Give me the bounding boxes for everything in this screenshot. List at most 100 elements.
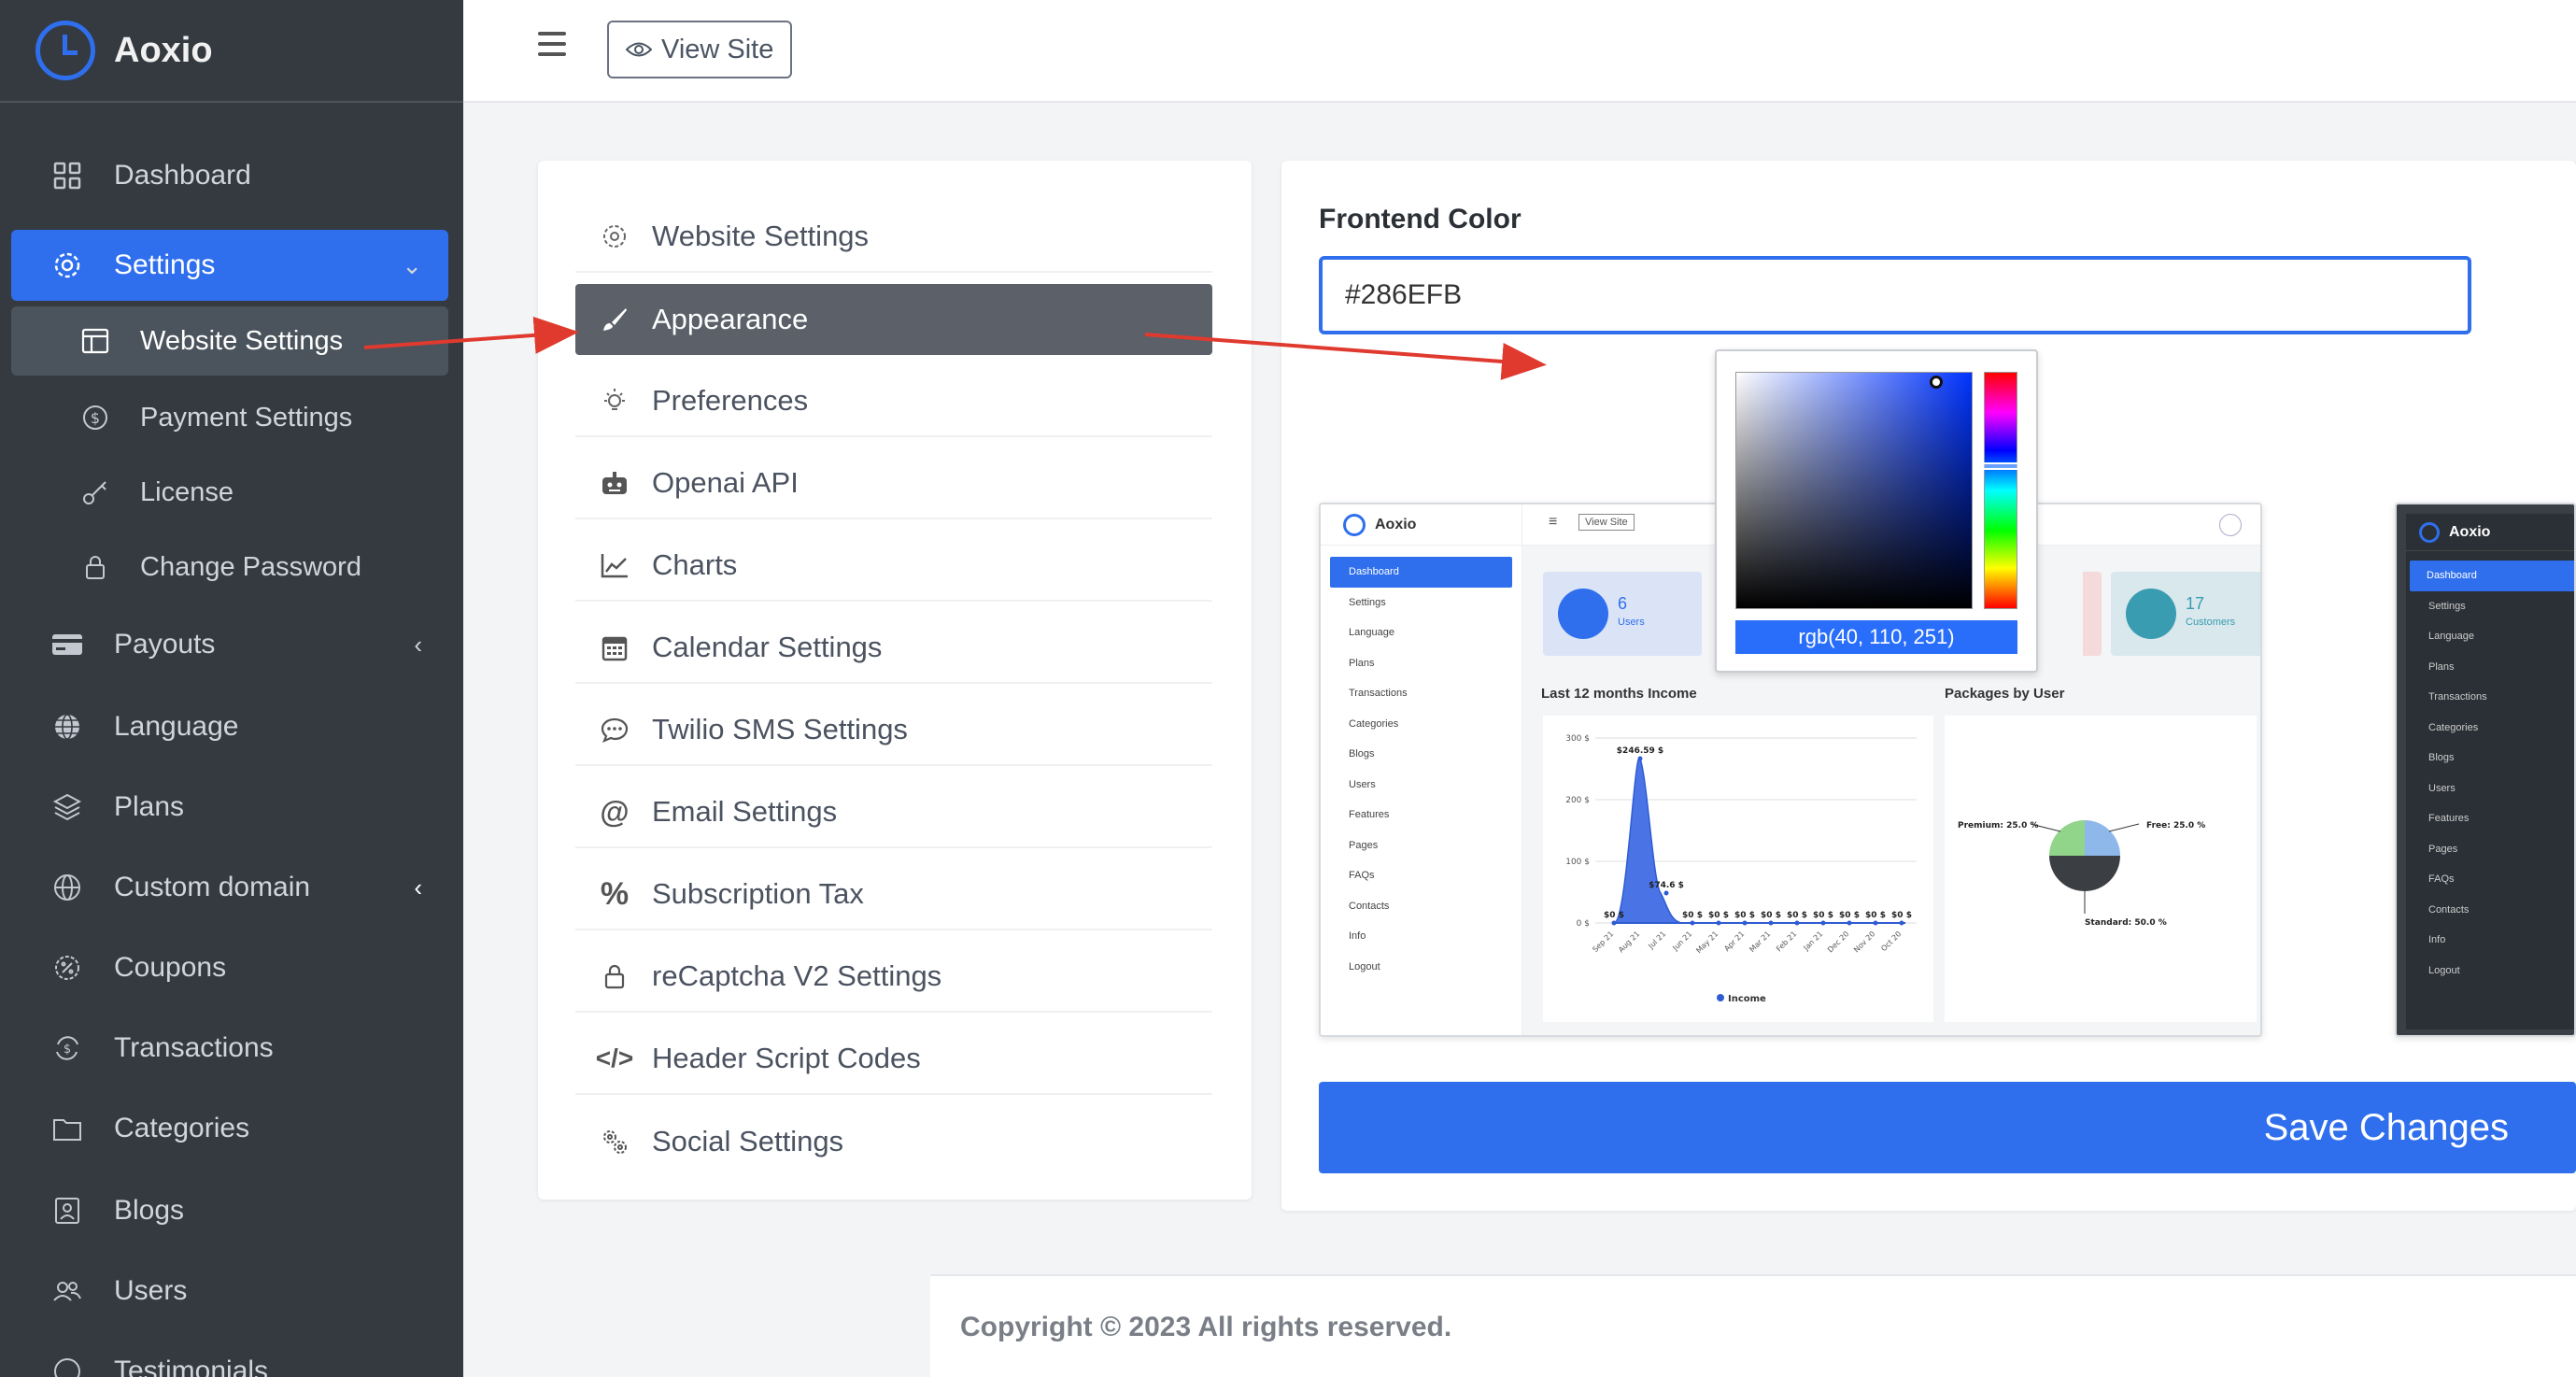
user-avatar-icon [2219, 514, 2242, 536]
sidebar-item-coupons[interactable]: Coupons [11, 932, 448, 1003]
sidebar-item-categories[interactable]: Categories [11, 1093, 448, 1164]
menu-item-openai-api[interactable]: Openai API [575, 448, 1212, 519]
sidebar-item-payouts[interactable]: Payouts ‹ [11, 609, 448, 680]
sidebar-item-custom-domain[interactable]: Custom domain ‹ [11, 852, 448, 923]
frontend-color-label: Frontend Color [1319, 204, 1522, 234]
lock-icon [77, 548, 114, 586]
income-label: $0 $ [1839, 911, 1860, 920]
x-tick: Dec 20 [1826, 930, 1850, 954]
menu-item-label: Charts [652, 548, 738, 581]
menu-item-recaptcha-settings[interactable]: reCaptcha V2 Settings [575, 942, 1212, 1013]
sidebar-item-label: Plans [114, 791, 185, 822]
sidebar-subitem-label: Payment Settings [140, 402, 353, 433]
frontend-color-input[interactable] [1319, 256, 2471, 334]
preview-nav-item: Settings [2428, 600, 2466, 612]
preview-nav-item: Users [2428, 782, 2456, 794]
menu-item-charts[interactable]: Charts [575, 531, 1212, 602]
saturation-value-area[interactable] [1735, 372, 1973, 609]
menu-toggle-icon[interactable] [538, 32, 566, 65]
sidebar-item-transactions[interactable]: $ Transactions [11, 1013, 448, 1084]
hue-slider-handle[interactable] [1982, 462, 2019, 470]
sidebar-subitem-license[interactable]: License [11, 458, 448, 527]
menu-item-label: Website Settings [652, 220, 870, 252]
x-tick: Oct 20 [1879, 930, 1903, 953]
sidebar-subitem-payment-settings[interactable]: $ Payment Settings [11, 383, 448, 452]
transactions-icon: $ [49, 1029, 86, 1067]
clock-logo-icon [1343, 513, 1366, 536]
stat-number: 17 [2186, 594, 2205, 613]
users-icon [49, 1272, 86, 1310]
pie-slice-free [2085, 820, 2120, 856]
footer: Copyright © 2023 All rights reserved. [930, 1274, 2576, 1377]
menu-item-website-settings[interactable]: Website Settings [575, 202, 1212, 273]
chevron-left-icon: ‹ [414, 630, 422, 659]
preview-sidebar: Aoxio Dashboard Settings Language Plans … [1321, 504, 1522, 1035]
sidebar-subitem-change-password[interactable]: Change Password [11, 532, 448, 602]
sidebar-subitem-website-settings[interactable]: Website Settings [11, 306, 448, 376]
preview-nav-item: Transactions [1349, 688, 1408, 700]
menu-item-social-settings[interactable]: Social Settings [575, 1106, 1212, 1177]
x-tick: Jul 21 [1647, 930, 1668, 951]
income-chart-title: Last 12 months Income [1541, 686, 1697, 702]
preview-stat-partial [2083, 572, 2102, 656]
sms-icon [596, 711, 633, 748]
brush-icon [596, 301, 633, 338]
packages-chart-panel: Premium: 25.0 % Free: 25.0 % Standard: 5… [1945, 716, 2257, 1022]
menu-item-twilio-sms-settings[interactable]: Twilio SMS Settings [575, 695, 1212, 766]
dollar-circle-icon: $ [77, 399, 114, 436]
sidebar-item-dashboard[interactable]: Dashboard [11, 140, 448, 211]
sidebar-item-blogs[interactable]: Blogs [11, 1175, 448, 1246]
stat-label: Customers [2186, 617, 2236, 628]
sidebar-item-label: Testimonials [114, 1356, 269, 1377]
gear-icon [49, 247, 86, 284]
sidebar-item-users[interactable]: Users [11, 1256, 448, 1327]
at-icon: @ [600, 794, 630, 829]
credit-card-icon [49, 626, 86, 663]
menu-item-email-settings[interactable]: @ Email Settings [575, 777, 1212, 848]
preview-nav-item: Info [2428, 934, 2446, 946]
x-tick: Nov 20 [1852, 930, 1876, 954]
sidebar-item-settings[interactable]: Settings ⌄ [11, 230, 448, 301]
view-site-button[interactable]: View Site [607, 21, 793, 78]
y-tick: 300 $ [1565, 734, 1590, 744]
preview-brand: Aoxio [1321, 504, 1522, 546]
x-tick: Aug 21 [1617, 930, 1641, 954]
save-changes-button[interactable]: Save Changes [1319, 1082, 2576, 1173]
sidebar-item-label: Blogs [114, 1195, 185, 1226]
menu-item-header-script-codes[interactable]: </> Header Script Codes [575, 1024, 1212, 1095]
theme-preview-dark[interactable]: Aoxio Dashboard Settings Language Plans … [2395, 503, 2576, 1037]
copyright-text: Copyright © 2023 All rights reserved. [960, 1312, 1452, 1342]
preview-nav-item: Pages [1349, 839, 1379, 851]
sidebar-item-label: Language [114, 711, 239, 742]
menu-item-label: Calendar Settings [652, 631, 883, 663]
menu-item-subscription-tax[interactable]: % Subscription Tax [575, 859, 1212, 930]
x-tick: Sep 21 [1591, 930, 1615, 954]
pie-label: Standard: 50.0 % [2085, 918, 2167, 928]
preview-brand-name: Aoxio [2449, 523, 2491, 540]
menu-item-preferences[interactable]: Preferences [575, 366, 1212, 437]
stat-label: Users [1618, 617, 1645, 628]
sidebar-item-plans[interactable]: Plans [11, 772, 448, 843]
pie-label: Premium: 25.0 % [1958, 821, 2038, 830]
clock-logo-icon [35, 21, 95, 80]
preview-nav-item: Contacts [1349, 900, 1390, 912]
menu-item-calendar-settings[interactable]: Calendar Settings [575, 613, 1212, 684]
y-tick: 0 $ [1577, 919, 1590, 929]
sidebar-item-testimonials[interactable]: Testimonials [11, 1336, 448, 1377]
topbar: View Site [463, 0, 2576, 103]
percent-icon: % [600, 875, 630, 912]
menu-item-appearance[interactable]: Appearance [575, 284, 1212, 355]
view-site-label: View Site [661, 34, 774, 64]
color-picker-handle[interactable] [1930, 376, 1943, 389]
preview-nav-item: Pages [2428, 843, 2458, 855]
lightbulb-icon [596, 382, 633, 419]
income-label: $0 $ [1734, 911, 1755, 920]
brand[interactable]: Aoxio [0, 0, 463, 103]
preview-nav-item: Plans [1349, 657, 1375, 669]
color-picker-popover[interactable]: rgb(40, 110, 251) [1715, 349, 2038, 673]
sidebar-subitem-label: License [140, 476, 234, 507]
hue-slider[interactable] [1982, 372, 2019, 609]
sidebar-item-language[interactable]: Language [11, 691, 448, 762]
rgb-value-display: rgb(40, 110, 251) [1735, 620, 2017, 654]
income-label: $0 $ [1891, 911, 1912, 920]
